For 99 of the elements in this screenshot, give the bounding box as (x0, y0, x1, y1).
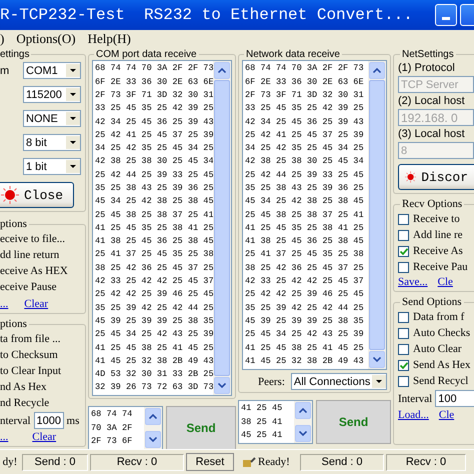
option-label[interactable]: Receive As (413, 244, 463, 258)
minimize-button[interactable] (435, 4, 457, 26)
checkbox[interactable] (398, 230, 409, 241)
menu-item[interactable]: Help(H) (88, 31, 131, 48)
scroll-up-icon (373, 68, 381, 74)
dropdown[interactable]: COM1 (23, 62, 81, 80)
option-label[interactable]: to Checksum (0, 348, 81, 362)
scrollbar[interactable] (368, 61, 386, 370)
menu-item[interactable]: ) (0, 31, 4, 48)
disconnect-button[interactable]: Discor (398, 164, 474, 190)
dropdown[interactable]: All Connections (290, 373, 387, 390)
counter-text: Send : 0 (300, 454, 384, 471)
checkbox[interactable] (398, 262, 409, 273)
checkbox[interactable] (398, 214, 409, 225)
option-label[interactable]: Send As Hex (413, 358, 470, 372)
group-title: ettings (0, 49, 30, 60)
scroll-down-icon (149, 437, 157, 442)
option-label[interactable]: Receive to (413, 212, 460, 226)
peers-label: Peers: (258, 374, 285, 389)
dropdown[interactable]: 115200 (23, 86, 81, 104)
receive-text-area[interactable] (92, 60, 232, 396)
checkbox[interactable] (398, 312, 409, 323)
status-text: Ready! (258, 456, 291, 468)
maximize-button[interactable] (460, 4, 474, 26)
link[interactable]: ... (0, 431, 8, 444)
port-label: (3) Local host (398, 128, 466, 140)
option-label[interactable]: eceive As HEX (0, 264, 81, 278)
group-title: ptions (0, 318, 28, 330)
port-label: m (0, 64, 10, 77)
group-title: COM port data receive (95, 49, 198, 60)
protocol-label: (1) Protocol (398, 62, 456, 74)
group-title: Network data receive (245, 49, 341, 60)
dropdown[interactable]: 8 bit (23, 134, 81, 152)
counter-text: Recv : 0 (386, 454, 466, 471)
send-text-area[interactable]: 68 74 74 70 3A 2F 2F 73 6F (88, 406, 163, 450)
scrollbar[interactable] (144, 407, 162, 450)
hex-data-text: 41 25 45 38 25 41 45 25 41 (240, 402, 284, 442)
send-button[interactable]: Send (316, 400, 391, 444)
link[interactable]: Clear (32, 431, 56, 444)
window-title: R-TCP232-Test RS232 to Ethernet Convert... (0, 6, 413, 24)
scroll-up-icon (218, 68, 226, 74)
link[interactable]: ... (0, 298, 8, 310)
option-label[interactable]: ta from file ... (0, 332, 81, 346)
checkbox[interactable] (398, 328, 409, 339)
close-button[interactable]: Close (0, 182, 74, 208)
status-text: dy! (2, 455, 18, 470)
link[interactable]: Load... (398, 409, 429, 422)
scroll-down-icon (299, 431, 307, 436)
group-title: NetSettings (401, 49, 455, 60)
counter-text: Recv : 0 (90, 454, 184, 471)
dropdown[interactable]: NONE (23, 110, 81, 128)
checkbox[interactable] (398, 344, 409, 355)
option-label[interactable]: dd line return (0, 248, 81, 262)
scroll-up-icon (299, 408, 307, 414)
dropdown[interactable]: 1 bit (23, 158, 81, 176)
plug-icon (242, 456, 256, 468)
link[interactable]: Save... (398, 276, 428, 288)
option-label[interactable]: Receive Pau (413, 260, 468, 274)
option-label[interactable]: Data from f (413, 310, 464, 324)
minimize-icon (442, 16, 450, 20)
send-button[interactable]: Send (166, 406, 236, 450)
hex-data-text: 68 74 74 70 3A 2F 2F 73 6F (90, 408, 134, 448)
interval-label: nterval (0, 414, 31, 428)
link[interactable]: Cle (438, 409, 454, 422)
host-label: (2) Local host (398, 95, 466, 108)
option-label[interactable]: to Clear Input (0, 364, 81, 378)
checkbox[interactable] (398, 376, 409, 387)
interval-field[interactable]: 100 (435, 390, 474, 408)
unit-label: ms (66, 414, 80, 428)
interval-field[interactable]: 1000 (34, 412, 64, 430)
option-label[interactable]: nd As Hex (0, 380, 81, 394)
menu-item[interactable]: Options(O) (16, 31, 76, 48)
option-label[interactable]: eceive to file... (0, 232, 81, 246)
send-text-area[interactable]: 41 25 45 38 25 41 45 25 41 (238, 400, 313, 444)
scrollbar[interactable] (213, 61, 231, 396)
link[interactable]: Clear (24, 298, 48, 310)
receive-text-area[interactable] (242, 60, 387, 370)
hex-data-text: 68 74 74 70 3A 2F 2F 73 6F 2E 33 36 30 2E 63 6E 2F 73 3F 71 3D 32 30 31 33 25 45 35 25 42 39 25 42 34 25 45 36 25 39 43 25 42 41 25 45 37 25 39 34 25 42 35 25 45 34 25 42 38 25 38 30 25 45 34 25 42 44 25 39 33 25 45 35 25 38 43 25 39 36 25 45 34 25 42 38 25 38 45 25 45 38 25 38 37 25 41 41 25 45 35 25 38 41 25 41 38 25 45 36 25 38 45 25 41 37 25 45 35 25 38 38 25 42 36 25 45 37 25 42 33 25 42 42 25 45 37 25 42 42 25 39 46 25 45 35 25 39 42 25 42 44 25 45 39 25 39 39 25 38 35 25 45 34 25 42 43 25 39 41 25 45 38 25 41 45 25 41 45 25 32 38 2B 49 43 4D 53 32 30 31 33 2B 25 32 39 26 73 72 63 3D 73 (94, 62, 213, 394)
option-label[interactable]: Auto Clear (413, 342, 462, 356)
option-label[interactable]: Add line re (413, 228, 462, 242)
scroll-up-icon (149, 414, 157, 420)
option-label[interactable]: Send Recycl (413, 374, 468, 388)
group-title: Send Options (401, 296, 463, 308)
option-label[interactable]: Auto Checks (413, 326, 470, 340)
scroll-down-icon (373, 357, 381, 362)
scroll-down-icon (218, 383, 226, 388)
link[interactable]: Cle (438, 276, 453, 288)
counter-text: Send : 0 (22, 454, 88, 471)
status-light-icon (1, 186, 19, 204)
hex-data-text: 68 74 74 70 3A 2F 2F 73 6F 2E 33 36 30 2E 63 6E 2F 73 3F 71 3D 32 30 31 33 25 45 35 25 42 39 25 42 34 25 45 36 25 39 43 25 42 41 25 45 37 25 39 34 25 42 35 25 45 34 25 42 38 25 38 30 25 45 34 25 42 44 25 39 33 25 45 35 25 38 43 25 39 36 25 45 34 25 42 38 25 38 45 25 45 38 25 38 37 25 41 41 25 45 35 25 38 41 25 41 38 25 45 36 25 38 45 25 41 37 25 45 35 25 38 38 25 42 36 25 45 37 25 42 33 25 42 42 25 45 37 25 42 42 25 39 46 25 45 35 25 39 42 25 42 44 25 45 39 25 39 39 25 38 35 25 45 34 25 42 43 25 39 41 25 45 38 25 41 45 25 41 45 25 32 38 2B 49 43 (244, 62, 365, 368)
interval-label: Interval (398, 392, 432, 406)
option-label[interactable]: eceive Pause (0, 280, 81, 294)
checkbox[interactable] (398, 360, 409, 371)
group-title: Recv Options (401, 198, 464, 210)
group-title: ptions (0, 218, 28, 230)
option-label[interactable]: nd Recycle (0, 396, 81, 410)
checkbox[interactable] (398, 246, 409, 257)
scrollbar[interactable] (294, 401, 312, 444)
reset-button[interactable]: Reset (186, 453, 234, 472)
